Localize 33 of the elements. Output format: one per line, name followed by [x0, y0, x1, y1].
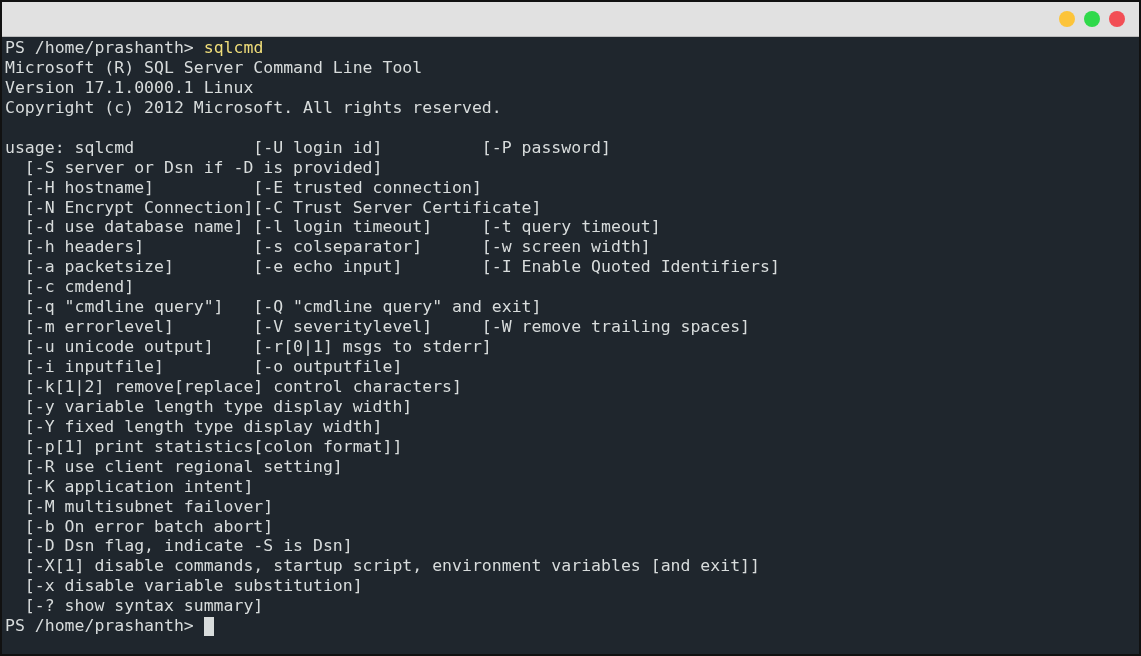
output-line: [-h headers] [-s colseparator] [-w screen width]: [23, 237, 651, 258]
output-line: [-K application intent]: [23, 476, 254, 497]
output-line: Version 17.1.0000.1 Linux: [5, 77, 254, 98]
output-line: [-H hostname] [-E trusted connection]: [23, 177, 482, 198]
output-line: [-x disable variable substitution]: [23, 576, 363, 597]
output-line: [-m errorlevel] [-V severitylevel] [-W remove trailing spaces]: [23, 317, 751, 338]
output-line: [-y variable length type display width]: [23, 396, 413, 417]
window-control-button[interactable]: [1059, 11, 1075, 27]
output-line: [-u unicode output] [-r[0|1] msgs to stderr]: [23, 337, 492, 357]
output-line: [-Y fixed length type display width]: [23, 416, 383, 437]
output-line: [-k[1|2] remove[replace] control characters]: [23, 376, 462, 397]
output-line: [-? show syntax summary]: [23, 596, 264, 617]
shell-prompt: PS /home/prashanth>: [5, 38, 194, 58]
output-line: [-d use database name] [-l login timeout] [-t query timeout]: [23, 217, 661, 238]
output-line: [-S server or Dsn if -D is provided]: [23, 157, 383, 178]
output-line: Copyright (c) 2012 Microsoft. All rights reserved.: [5, 97, 502, 118]
shell-prompt: PS /home/prashanth>: [5, 616, 194, 637]
output-line: [-a packetsize] [-e echo input] [-I Enable Quoted Identifiers]: [23, 257, 780, 278]
output-line: [-N Encrypt Connection][-C Trust Server Certificate]: [23, 197, 542, 218]
output-line: [-D Dsn flag, indicate -S is Dsn]: [23, 536, 353, 557]
output-line: [-i inputfile] [-o outputfile]: [23, 357, 403, 377]
output-line: [-p[1] print statistics[colon format]]: [23, 436, 403, 457]
output-line: [-b On error batch abort]: [23, 516, 274, 537]
output-line: [-c cmdend]: [23, 277, 135, 298]
output-line: usage: sqlcmd [-U login id] [-P password]: [5, 137, 611, 158]
output-line: [-X[1] disable commands, startup script, environment variables [and exit]]: [23, 556, 760, 577]
output-line: [-M multisubnet failover]: [23, 496, 274, 517]
command-text: sqlcmd: [203, 38, 264, 58]
output-line: [-R use client regional setting]: [23, 456, 343, 477]
output-line: [-q "cmdline query"] [-Q "cmdline query" and exit]: [23, 297, 542, 318]
window-control-button[interactable]: [1084, 11, 1100, 27]
output-line: Microsoft (R) SQL Server Command Line Tool: [5, 57, 423, 78]
window-control-button[interactable]: [1109, 11, 1125, 27]
